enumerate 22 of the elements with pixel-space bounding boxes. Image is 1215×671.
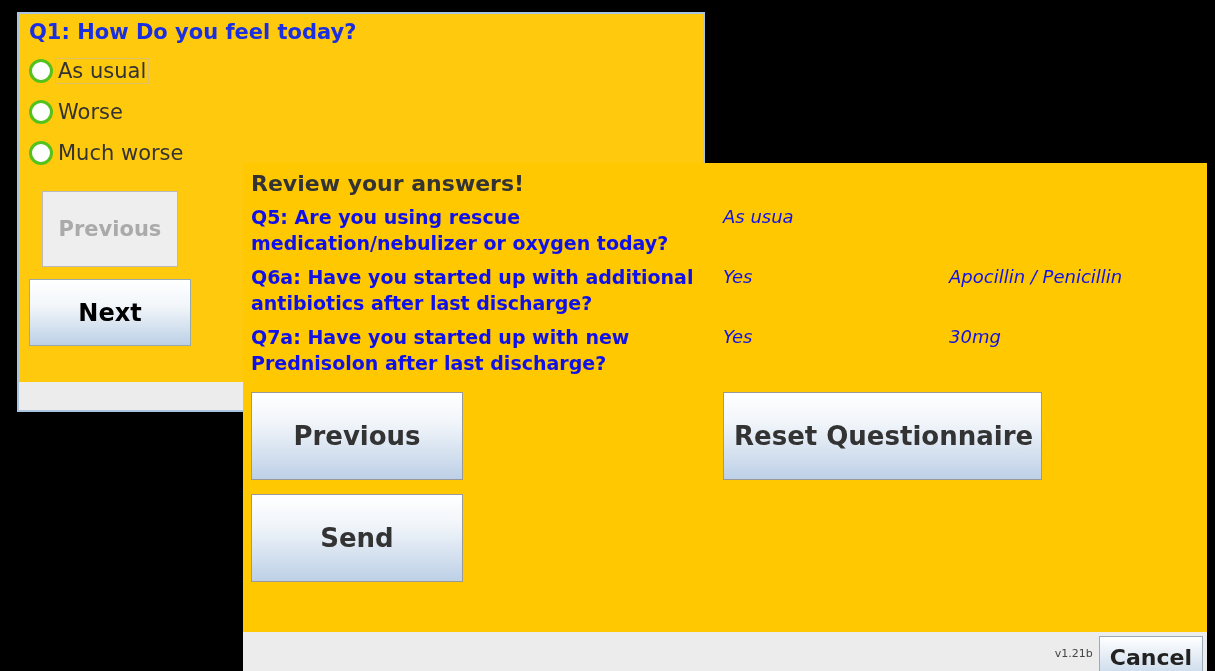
question-title: Q1: How Do you feel today? [29,20,358,44]
radio-button[interactable] [29,58,53,83]
question-text: Q6a: Have you started up with additional antibiotics after last discharge? [251,265,695,316]
question-text: Q5: Are you using rescue medication/nebulizer or oxygen today? [251,205,670,256]
previous-button[interactable]: Previous [251,392,463,480]
send-button[interactable]: Send [251,494,463,582]
version-label: v1.21b [1054,647,1093,661]
answer-detail: 30mg [949,325,1002,349]
answer-text: Yes [723,325,754,349]
radio-button[interactable] [29,99,53,124]
question-text: Q7a: Have you started up with new Prednisolon after last discharge? [251,325,631,376]
review-title: Review your answers! [251,171,526,196]
option-label[interactable]: Much worse [55,139,187,166]
reset-button[interactable]: Reset Questionnaire [723,392,1043,480]
answer-text: Yes [723,265,754,289]
next-button[interactable]: Next [29,279,191,346]
option-label[interactable]: Worse [55,98,126,125]
cancel-button[interactable]: Cancel [1098,636,1203,671]
option-label[interactable]: As usual [55,57,150,84]
radio-button[interactable] [29,140,53,165]
answer-detail: Apocillin / Penicillin [949,265,1124,289]
answer-text: As usua [723,205,795,229]
